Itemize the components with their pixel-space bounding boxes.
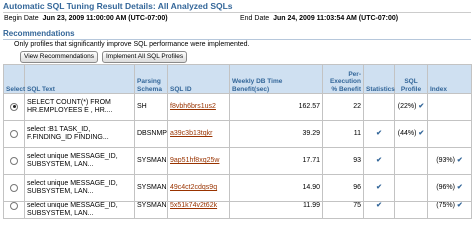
per-exec-cell: 96 xyxy=(322,174,364,202)
col-sql-text[interactable]: SQL Text xyxy=(24,64,135,94)
sql-text-cell: select :B1 TASK_ID, F.FINDING_ID FINDING… xyxy=(24,120,135,148)
checkmark-icon: ✔ xyxy=(456,157,463,164)
table-row: select :B1 TASK_ID, F.FINDING_ID FINDING… xyxy=(3,120,472,148)
sql-profile-cell xyxy=(394,174,428,202)
col-sql-profile[interactable]: SQL Profile xyxy=(394,64,428,94)
per-exec-cell: 11 xyxy=(322,120,364,148)
radio-unselected-icon[interactable] xyxy=(10,183,18,192)
page-title: Automatic SQL Tuning Result Details: All… xyxy=(3,1,233,11)
schema-cell: SYSMAN xyxy=(134,201,168,219)
table-row: select unique MESSAGE_ID, SUBSYSTEM, LAN… xyxy=(3,147,472,175)
checkmark-icon: ✔ xyxy=(418,103,425,110)
radio-unselected-icon[interactable] xyxy=(10,202,18,210)
begin-date-label: Begin Date xyxy=(4,15,39,22)
index-cell[interactable]: (93%) ✔ xyxy=(427,147,472,175)
per-exec-cell: 93 xyxy=(322,147,364,175)
per-exec-cell: 75 xyxy=(322,201,364,219)
sql-profile-pct: (44%) xyxy=(397,130,417,137)
index-pct: (75%) xyxy=(436,202,455,210)
checkmark-icon: ✔ xyxy=(456,184,463,191)
checkmark-icon: ✔ xyxy=(376,130,382,137)
checkmark-icon: ✔ xyxy=(418,130,425,137)
sql-text-cell: SELECT COUNT(*) FROM HR.EMPLOYEES E , HR… xyxy=(24,93,135,121)
checkmark-icon: ✔ xyxy=(376,184,382,191)
end-date-label: End Date xyxy=(240,15,270,22)
statistics-cell[interactable]: ✔ xyxy=(363,174,395,202)
sql-profile-cell[interactable]: (44%) ✔ xyxy=(394,120,428,148)
statistics-cell xyxy=(363,93,395,121)
benefit-cell: 162.57 xyxy=(229,93,323,121)
radio-unselected-icon[interactable] xyxy=(10,129,18,138)
sql-text-cell: select unique MESSAGE_ID, SUBSYSTEM, LAN… xyxy=(24,201,135,219)
row-select-radio[interactable] xyxy=(3,174,25,202)
recommendations-heading: Recommendations xyxy=(3,29,75,38)
sql-id-link[interactable]: 49c4ct2cdqs9q xyxy=(170,184,217,191)
statistics-cell[interactable]: ✔ xyxy=(363,120,395,148)
checkmark-icon: ✔ xyxy=(456,202,463,210)
sql-id-cell[interactable]: 5x51k74v2t62k xyxy=(167,201,230,219)
col-select: Select xyxy=(3,64,25,94)
col-sql-id[interactable]: SQL ID xyxy=(167,64,230,94)
row-select-radio[interactable] xyxy=(3,93,25,121)
row-select-radio[interactable] xyxy=(3,147,25,175)
sql-id-cell[interactable]: 49c4ct2cdqs9q xyxy=(167,174,230,202)
recommendations-table: Select SQL Text Parsing Schema SQL ID We… xyxy=(3,64,472,219)
benefit-cell: 14.90 xyxy=(229,174,323,202)
radio-selected-icon[interactable] xyxy=(10,102,18,111)
table-row: select unique MESSAGE_ID, SUBSYSTEM, LAN… xyxy=(3,201,472,219)
schema-cell: SYSMAN xyxy=(134,147,168,175)
sql-profile-cell xyxy=(394,201,428,219)
end-date: End Date Jun 24, 2009 11:03:54 AM (UTC-0… xyxy=(240,15,398,22)
checkmark-icon: ✔ xyxy=(376,202,382,210)
sql-id-cell[interactable]: a39c3b13tqkr xyxy=(167,120,230,148)
per-exec-cell: 22 xyxy=(322,93,364,121)
sql-profile-cell[interactable]: (22%) ✔ xyxy=(394,93,428,121)
checkmark-icon: ✔ xyxy=(376,157,382,164)
recommendations-note: Only profiles that significantly improve… xyxy=(14,41,250,48)
sql-text-cell: select unique MESSAGE_ID, SUBSYSTEM, LAN… xyxy=(24,174,135,202)
sql-id-cell[interactable]: f8vbh6brs1us2 xyxy=(167,93,230,121)
index-cell xyxy=(427,120,472,148)
radio-unselected-icon[interactable] xyxy=(10,156,18,165)
schema-cell: SH xyxy=(134,93,168,121)
table-row: select unique MESSAGE_ID, SUBSYSTEM, LAN… xyxy=(3,174,472,202)
sql-id-cell[interactable]: 9ap51hf8xq25w xyxy=(167,147,230,175)
col-index[interactable]: Index xyxy=(427,64,472,94)
row-select-radio[interactable] xyxy=(3,201,25,219)
sql-id-link[interactable]: f8vbh6brs1us2 xyxy=(170,103,216,110)
schema-cell: SYSMAN xyxy=(134,174,168,202)
sql-id-link[interactable]: a39c3b13tqkr xyxy=(170,130,212,137)
index-cell xyxy=(427,93,472,121)
benefit-cell: 11.99 xyxy=(229,201,323,219)
implement-all-profiles-button[interactable]: Implement All SQL Profiles xyxy=(102,51,188,63)
sql-id-link[interactable]: 5x51k74v2t62k xyxy=(170,203,217,210)
sql-profile-pct: (22%) xyxy=(397,103,417,110)
sql-id-link[interactable]: 9ap51hf8xq25w xyxy=(170,157,219,164)
view-recommendations-button[interactable]: View Recommendations xyxy=(20,51,98,63)
statistics-cell[interactable]: ✔ xyxy=(363,147,395,175)
sql-profile-cell xyxy=(394,147,428,175)
sql-text-cell: select unique MESSAGE_ID, SUBSYSTEM, LAN… xyxy=(24,147,135,175)
begin-date: Begin Date Jun 23, 2009 11:00:00 AM (UTC… xyxy=(4,15,168,22)
benefit-cell: 39.29 xyxy=(229,120,323,148)
index-cell[interactable]: (96%) ✔ xyxy=(427,174,472,202)
table-row: SELECT COUNT(*) FROM HR.EMPLOYEES E , HR… xyxy=(3,93,472,121)
end-date-value: Jun 24, 2009 11:03:54 AM (UTC-07:00) xyxy=(273,15,399,22)
col-statistics[interactable]: Statistics xyxy=(363,64,395,94)
table-header-row: Select SQL Text Parsing Schema SQL ID We… xyxy=(3,64,472,94)
schema-cell: DBSNMP xyxy=(134,120,168,148)
statistics-cell[interactable]: ✔ xyxy=(363,201,395,219)
index-pct: (96%) xyxy=(436,184,455,191)
index-cell[interactable]: (75%) ✔ xyxy=(427,201,472,219)
col-per-exec-benefit[interactable]: Per-Execution % Benefit xyxy=(322,64,364,94)
begin-date-value: Jun 23, 2009 11:00:00 AM (UTC-07:00) xyxy=(42,15,168,22)
col-weekly-benefit[interactable]: Weekly DB Time Benefit(sec) xyxy=(229,64,323,94)
col-parsing-schema[interactable]: Parsing Schema xyxy=(134,64,168,94)
section-divider xyxy=(3,39,471,40)
title-divider xyxy=(3,12,471,13)
benefit-cell: 17.71 xyxy=(229,147,323,175)
index-pct: (93%) xyxy=(436,157,455,164)
row-select-radio[interactable] xyxy=(3,120,25,148)
